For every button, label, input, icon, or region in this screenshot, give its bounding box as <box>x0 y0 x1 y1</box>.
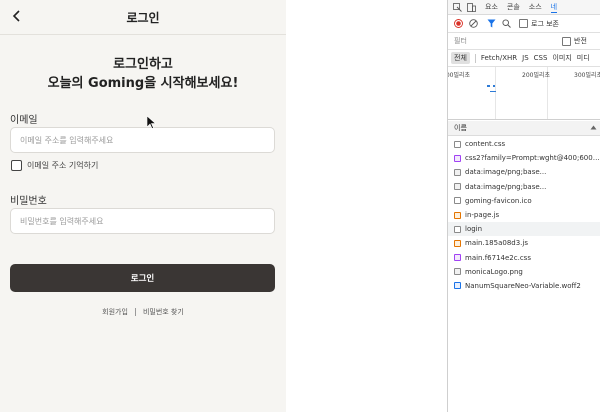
tab-elements[interactable]: 요소 <box>485 2 498 12</box>
timeline-tick-100: 100밀리초 <box>448 72 471 79</box>
devtools-tab-bar: 요소 콘솔 소스 네 <box>448 0 600 15</box>
request-row[interactable]: in-page.js <box>448 208 600 222</box>
font-icon <box>454 282 461 290</box>
remember-email-checkbox[interactable]: 이메일 주소 기억하기 <box>11 160 98 171</box>
request-row[interactable]: data:image/png;base... <box>448 165 600 179</box>
request-name: goming-favicon.ico <box>465 196 532 205</box>
timeline-bar <box>490 91 496 92</box>
resource-type-filters: 전체 Fetch/XHR JS CSS 이미지 미디 <box>448 50 600 67</box>
password-label: 비밀번호 <box>10 196 47 207</box>
type-filter-fetch-xhr[interactable]: Fetch/XHR <box>481 54 517 62</box>
preserve-log-label: 로그 보존 <box>531 19 559 28</box>
request-name: main.f6714e2c.css <box>465 253 531 262</box>
request-name: monicaLogo.png <box>465 267 523 276</box>
preserve-log-box[interactable] <box>519 19 528 28</box>
clear-icon <box>469 19 478 28</box>
login-page: 로그인 로그인하고 오늘의 Goming을 시작해보세요! 이메일 이메일 주소… <box>0 0 286 412</box>
request-name: data:image/png;base... <box>465 182 547 191</box>
remember-email-label: 이메일 주소 기억하기 <box>27 161 99 170</box>
request-list: content.css css2?family=Prompt:wght@400;6… <box>448 137 600 293</box>
devtools-panel: 요소 콘솔 소스 네 로그 보존 필터 반전 전체 Fetch/XHR JS C… <box>447 0 600 412</box>
footer-links: 회원가입 비밀번호 찾기 <box>0 307 286 317</box>
page-title: 로그인 <box>126 11 160 25</box>
type-filter-js[interactable]: JS <box>522 54 529 62</box>
document-icon <box>454 140 461 148</box>
request-name: in-page.js <box>465 211 500 220</box>
device-toolbar-icon[interactable] <box>466 2 476 12</box>
search-button[interactable] <box>502 19 511 28</box>
link-divider <box>134 308 136 316</box>
headline: 로그인하고 오늘의 Goming을 시작해보세요! <box>0 55 286 93</box>
request-name: content.css <box>465 140 506 149</box>
tab-sources[interactable]: 소스 <box>529 2 542 12</box>
type-divider <box>474 53 476 63</box>
filter-toggle-button[interactable] <box>487 19 496 28</box>
email-label: 이메일 <box>10 115 38 126</box>
request-row[interactable]: main.185a08d3.js <box>448 236 600 250</box>
mouse-cursor-icon <box>147 116 156 129</box>
checkbox-box[interactable] <box>11 160 22 171</box>
timeline-bar <box>487 85 490 87</box>
timeline-gridline <box>495 67 496 119</box>
name-column-header[interactable]: 이름 <box>448 121 600 136</box>
image-icon <box>454 168 461 176</box>
stylesheet-icon <box>454 254 461 262</box>
filter-input[interactable]: 필터 <box>454 36 562 46</box>
script-icon <box>454 239 461 247</box>
request-row[interactable]: main.f6714e2c.css <box>448 251 600 265</box>
tab-network[interactable]: 네 <box>550 2 558 13</box>
request-row[interactable]: NanumSquareNeo-Variable.woff2 <box>448 279 600 293</box>
image-icon <box>454 183 461 191</box>
request-name: css2?family=Prompt:wght@400;600;... <box>465 154 600 163</box>
preserve-log-checkbox[interactable]: 로그 보존 <box>519 19 559 29</box>
record-button[interactable] <box>454 19 463 28</box>
signup-link[interactable]: 회원가입 <box>102 307 128 317</box>
clear-button[interactable] <box>469 19 478 28</box>
network-timeline[interactable]: 100밀리초 200밀리초 300밀리초 <box>448 67 600 120</box>
request-name: NanumSquareNeo-Variable.woff2 <box>465 281 581 290</box>
invert-checkbox[interactable] <box>562 36 571 46</box>
network-toolbar: 로그 보존 <box>448 15 600 33</box>
timeline-tick-300: 300밀리초 <box>574 72 600 79</box>
invert-label: 반전 <box>574 37 587 45</box>
email-input[interactable] <box>10 127 275 153</box>
record-icon <box>454 19 463 28</box>
filter-row: 필터 반전 <box>448 33 600 50</box>
document-icon <box>454 225 461 233</box>
request-name: main.185a08d3.js <box>465 239 528 248</box>
type-filter-media[interactable]: 미디 <box>577 53 590 63</box>
type-filter-image[interactable]: 이미지 <box>552 53 571 63</box>
timeline-bar <box>493 85 495 87</box>
search-icon <box>502 19 511 28</box>
request-row[interactable]: goming-favicon.ico <box>448 194 600 208</box>
request-row[interactable]: css2?family=Prompt:wght@400;600;... <box>448 151 600 165</box>
filter-icon <box>487 19 496 28</box>
type-filter-all[interactable]: 전체 <box>451 52 470 64</box>
password-input[interactable] <box>10 208 275 234</box>
request-row[interactable]: content.css <box>448 137 600 151</box>
request-name: login <box>465 225 483 234</box>
headline-line-1: 로그인하고 <box>113 57 173 72</box>
name-column-label: 이름 <box>454 124 467 132</box>
image-icon <box>454 268 461 276</box>
timeline-tick-200: 200밀리초 <box>522 72 551 79</box>
request-row[interactable]: data:image/png;base... <box>448 180 600 194</box>
headline-line-2: 오늘의 Goming을 시작해보세요! <box>47 76 239 91</box>
stylesheet-icon <box>454 154 461 162</box>
request-name: data:image/png;base... <box>465 168 547 177</box>
inspect-element-icon[interactable] <box>452 2 462 12</box>
script-icon <box>454 211 461 219</box>
tab-console[interactable]: 콘솔 <box>507 2 520 12</box>
type-filter-css[interactable]: CSS <box>534 54 548 62</box>
find-password-link[interactable]: 비밀번호 찾기 <box>143 307 184 317</box>
request-row[interactable]: monicaLogo.png <box>448 265 600 279</box>
request-row[interactable]: login <box>448 222 600 237</box>
sort-caret-icon <box>590 125 597 130</box>
login-button[interactable]: 로그인 <box>10 264 275 292</box>
app-header: 로그인 <box>0 0 286 35</box>
document-icon <box>454 197 461 205</box>
